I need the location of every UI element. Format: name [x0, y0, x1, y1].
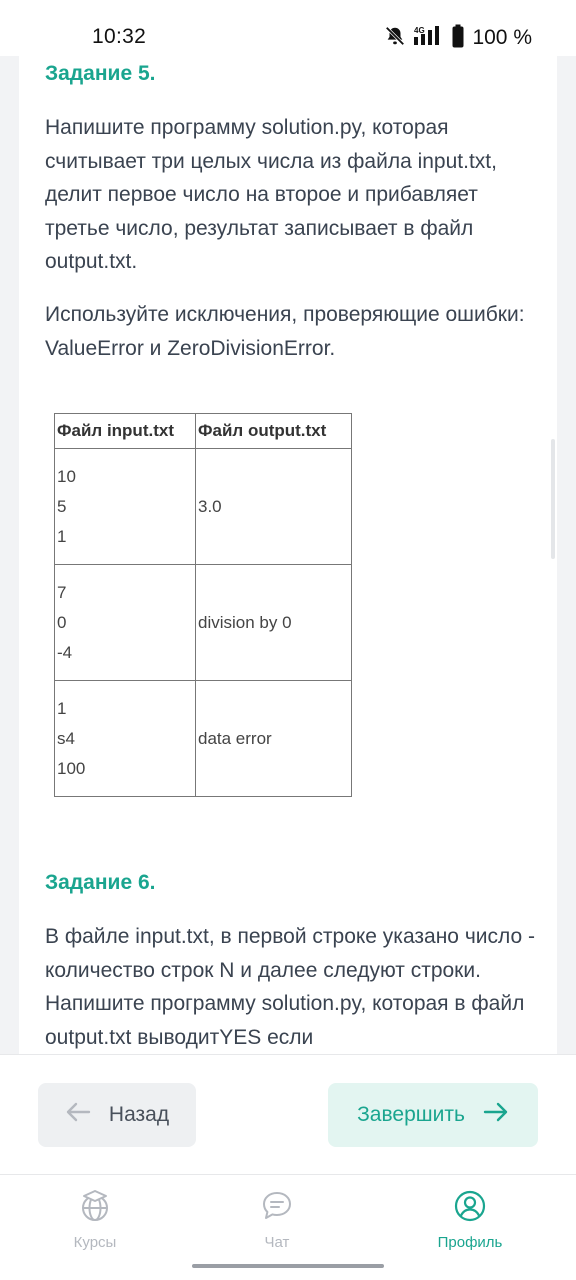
- battery-percent: 100 %: [472, 26, 532, 49]
- table-row: 7 0 -4 division by 0: [54, 564, 352, 681]
- input-cell: 7 0 -4: [54, 564, 196, 681]
- input-line: 1: [57, 526, 67, 546]
- scrollbar[interactable]: [551, 439, 555, 559]
- status-bar: 10:32 4G 100 %: [0, 0, 576, 56]
- input-line: 100: [57, 758, 86, 778]
- column-header-input: Файл input.txt: [54, 413, 196, 449]
- status-icons: 4G 100 %: [384, 24, 532, 52]
- input-line: 1: [57, 698, 67, 718]
- task5-title: Задание 5.: [45, 62, 156, 85]
- profile-icon: [453, 1189, 487, 1227]
- column-header-output: Файл output.txt: [195, 413, 352, 449]
- input-cell: 1 s4 100: [54, 680, 196, 797]
- back-button[interactable]: Назад: [38, 1083, 196, 1147]
- table-row: 1 s4 100 data error: [54, 680, 352, 797]
- tab-label: Чат: [264, 1234, 290, 1251]
- courses-globe-icon: [78, 1189, 112, 1227]
- home-indicator[interactable]: [192, 1264, 384, 1268]
- input-line: 0: [57, 612, 67, 632]
- task6-title: Задание 6.: [45, 871, 156, 894]
- arrow-left-icon: [65, 1102, 91, 1128]
- task5-exceptions-note: Используйте исключения, проверяющие ошиб…: [45, 303, 525, 360]
- bell-off-icon: [384, 25, 406, 52]
- lesson-action-bar: Назад Завершить: [0, 1054, 576, 1174]
- io-example-table: Файл input.txt Файл output.txt 10 5 1 3.…: [54, 413, 352, 797]
- tab-courses[interactable]: Курсы: [35, 1189, 155, 1251]
- back-button-label: Назад: [108, 1103, 170, 1126]
- table-row: 10 5 1 3.0: [54, 448, 352, 565]
- tab-label: Профиль: [437, 1234, 503, 1251]
- output-cell: data error: [195, 680, 352, 797]
- input-line: -4: [57, 642, 73, 662]
- table-header-row: Файл input.txt Файл output.txt: [54, 413, 352, 449]
- input-cell: 10 5 1: [54, 448, 196, 565]
- input-line: 5: [57, 496, 67, 516]
- finish-button[interactable]: Завершить: [328, 1083, 538, 1147]
- finish-button-label: Завершить: [357, 1103, 465, 1126]
- input-line: 7: [57, 582, 67, 602]
- tab-chat[interactable]: Чат: [217, 1189, 337, 1251]
- lesson-content[interactable]: Задание 5. Напишите программу solution.p…: [19, 56, 557, 1054]
- battery-icon: [452, 24, 464, 53]
- task5-description: Напишите программу solution.py, которая …: [45, 116, 497, 273]
- status-time: 10:32: [92, 25, 147, 48]
- task6-description: В файле input.txt, в первой строке указа…: [45, 925, 535, 1049]
- output-cell: 3.0: [195, 448, 352, 565]
- output-cell: division by 0: [195, 564, 352, 681]
- input-line: 10: [57, 466, 76, 486]
- tab-profile[interactable]: Профиль: [410, 1189, 530, 1251]
- arrow-right-icon: [483, 1102, 509, 1128]
- chat-icon: [260, 1189, 294, 1227]
- signal-icon: 4G: [412, 25, 446, 52]
- svg-text:4G: 4G: [414, 26, 425, 35]
- tab-label: Курсы: [73, 1234, 117, 1251]
- input-line: s4: [57, 728, 75, 748]
